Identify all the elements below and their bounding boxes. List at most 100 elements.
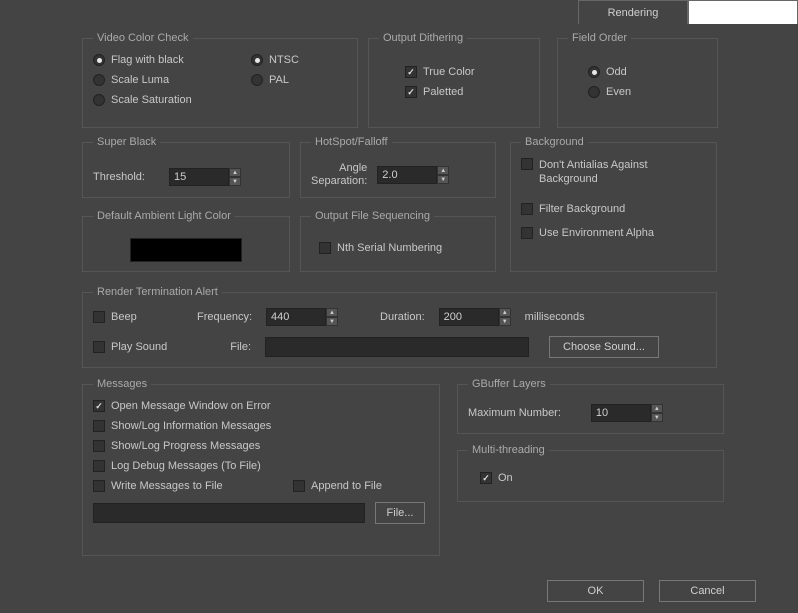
group-hotspot-falloff: HotSpot/Falloff Angle Separation: ▲▼ — [300, 136, 496, 198]
ambient-color-swatch[interactable] — [130, 238, 242, 262]
checkbox-show-progress[interactable]: Show/Log Progress Messages — [93, 440, 429, 452]
spin-up-icon[interactable]: ▲ — [437, 166, 449, 175]
threshold-spinner[interactable]: ▲▼ — [169, 168, 241, 186]
radio-dot-icon — [588, 86, 600, 98]
radio-flag-black[interactable]: Flag with black — [93, 54, 251, 66]
check-icon — [521, 227, 533, 239]
group-output-file-seq: Output File Sequencing Nth Serial Number… — [300, 210, 496, 272]
radio-dot-icon — [251, 74, 263, 86]
frequency-spinner[interactable]: ▲▼ — [266, 308, 338, 326]
checkbox-append-file[interactable]: Append to File — [293, 480, 382, 492]
checkbox-log-debug[interactable]: Log Debug Messages (To File) — [93, 460, 429, 472]
threshold-input[interactable] — [169, 168, 229, 186]
file-label: File: — [197, 341, 251, 353]
gbuffer-max-label: Maximum Number: — [468, 407, 561, 419]
tab-rendering[interactable]: Rendering — [578, 0, 688, 24]
group-multithreading: Multi-threading On — [457, 444, 724, 502]
radio-ntsc[interactable]: NTSC — [251, 54, 347, 66]
legend-output-file-seq: Output File Sequencing — [311, 210, 434, 222]
radio-dot-icon — [251, 54, 263, 66]
checkbox-use-env-alpha[interactable]: Use Environment Alpha — [521, 227, 706, 239]
check-icon — [93, 311, 105, 323]
spin-up-icon[interactable]: ▲ — [651, 404, 663, 413]
legend-super-black: Super Black — [93, 136, 160, 148]
group-messages: Messages Open Message Window on Error Sh… — [82, 378, 440, 556]
checkbox-show-info[interactable]: Show/Log Information Messages — [93, 420, 429, 432]
checkbox-multithread-on[interactable]: On — [468, 466, 713, 484]
tab-blank[interactable] — [688, 0, 798, 24]
group-termination-alert: Render Termination Alert Beep Frequency:… — [82, 286, 717, 368]
spin-up-icon[interactable]: ▲ — [326, 308, 338, 317]
gbuffer-spinner[interactable]: ▲▼ — [591, 404, 663, 422]
frequency-input[interactable] — [266, 308, 326, 326]
checkbox-true-color[interactable]: True Color — [405, 66, 529, 78]
group-gbuffer: GBuffer Layers Maximum Number: ▲▼ — [457, 378, 724, 434]
checkbox-play-sound[interactable]: Play Sound — [93, 341, 183, 353]
radio-dot-icon — [93, 94, 105, 106]
radio-odd[interactable]: Odd — [588, 66, 707, 78]
radio-dot-icon — [588, 66, 600, 78]
check-icon — [405, 66, 417, 78]
spin-down-icon[interactable]: ▼ — [326, 317, 338, 326]
messages-file-input[interactable] — [93, 503, 365, 523]
radio-pal[interactable]: PAL — [251, 74, 347, 86]
spin-down-icon[interactable]: ▼ — [651, 413, 663, 422]
legend-hotspot: HotSpot/Falloff — [311, 136, 392, 148]
check-icon — [521, 203, 533, 215]
checkbox-filter-background[interactable]: Filter Background — [521, 203, 706, 215]
cancel-button[interactable]: Cancel — [659, 580, 756, 602]
checkbox-dont-antialias[interactable]: Don't Antialias Against Background — [521, 158, 706, 187]
check-icon — [93, 341, 105, 353]
radio-scale-luma[interactable]: Scale Luma — [93, 74, 251, 86]
angle-spinner[interactable]: ▲▼ — [377, 166, 449, 184]
tab-rendering-label: Rendering — [608, 7, 659, 19]
checkbox-paletted[interactable]: Paletted — [405, 86, 529, 98]
ms-label: milliseconds — [525, 311, 585, 323]
duration-label: Duration: — [380, 311, 425, 323]
group-output-dithering: Output Dithering True Color Paletted — [368, 32, 540, 128]
radio-scale-saturation[interactable]: Scale Saturation — [93, 94, 251, 106]
spin-down-icon[interactable]: ▼ — [437, 175, 449, 184]
check-icon — [293, 480, 305, 492]
check-icon — [521, 158, 533, 170]
check-icon — [93, 480, 105, 492]
duration-input[interactable] — [439, 308, 499, 326]
radio-dot-icon — [93, 54, 105, 66]
legend-video-color-check: Video Color Check — [93, 32, 193, 44]
messages-file-button[interactable]: File... — [375, 502, 425, 524]
group-background: Background Don't Antialias Against Backg… — [510, 136, 717, 272]
check-icon — [93, 420, 105, 432]
ok-button[interactable]: OK — [547, 580, 644, 602]
duration-spinner[interactable]: ▲▼ — [439, 308, 511, 326]
radio-dot-icon — [93, 74, 105, 86]
group-video-color-check: Video Color Check Flag with black Scale … — [82, 32, 358, 128]
checkbox-beep[interactable]: Beep — [93, 311, 183, 323]
check-icon — [93, 400, 105, 412]
legend-background: Background — [521, 136, 588, 148]
group-ambient-color: Default Ambient Light Color — [82, 210, 290, 272]
legend-termination-alert: Render Termination Alert — [93, 286, 222, 298]
angle-input[interactable] — [377, 166, 437, 184]
legend-field-order: Field Order — [568, 32, 631, 44]
frequency-label: Frequency: — [197, 311, 252, 323]
check-icon — [93, 460, 105, 472]
legend-messages: Messages — [93, 378, 151, 390]
sound-file-input[interactable] — [265, 337, 529, 357]
spin-up-icon[interactable]: ▲ — [499, 308, 511, 317]
checkbox-write-file[interactable]: Write Messages to File — [93, 480, 293, 492]
legend-ambient: Default Ambient Light Color — [93, 210, 235, 222]
check-icon — [480, 472, 492, 484]
threshold-label: Threshold: — [93, 171, 145, 183]
spin-down-icon[interactable]: ▼ — [499, 317, 511, 326]
gbuffer-input[interactable] — [591, 404, 651, 422]
spin-up-icon[interactable]: ▲ — [229, 168, 241, 177]
group-super-black: Super Black Threshold: ▲▼ — [82, 136, 290, 198]
legend-multithreading: Multi-threading — [468, 444, 549, 456]
legend-gbuffer: GBuffer Layers — [468, 378, 550, 390]
checkbox-nth-serial[interactable]: Nth Serial Numbering — [311, 232, 485, 254]
spin-down-icon[interactable]: ▼ — [229, 177, 241, 186]
choose-sound-button[interactable]: Choose Sound... — [549, 336, 659, 358]
checkbox-open-on-error[interactable]: Open Message Window on Error — [93, 400, 429, 412]
check-icon — [93, 440, 105, 452]
radio-even[interactable]: Even — [588, 86, 707, 98]
